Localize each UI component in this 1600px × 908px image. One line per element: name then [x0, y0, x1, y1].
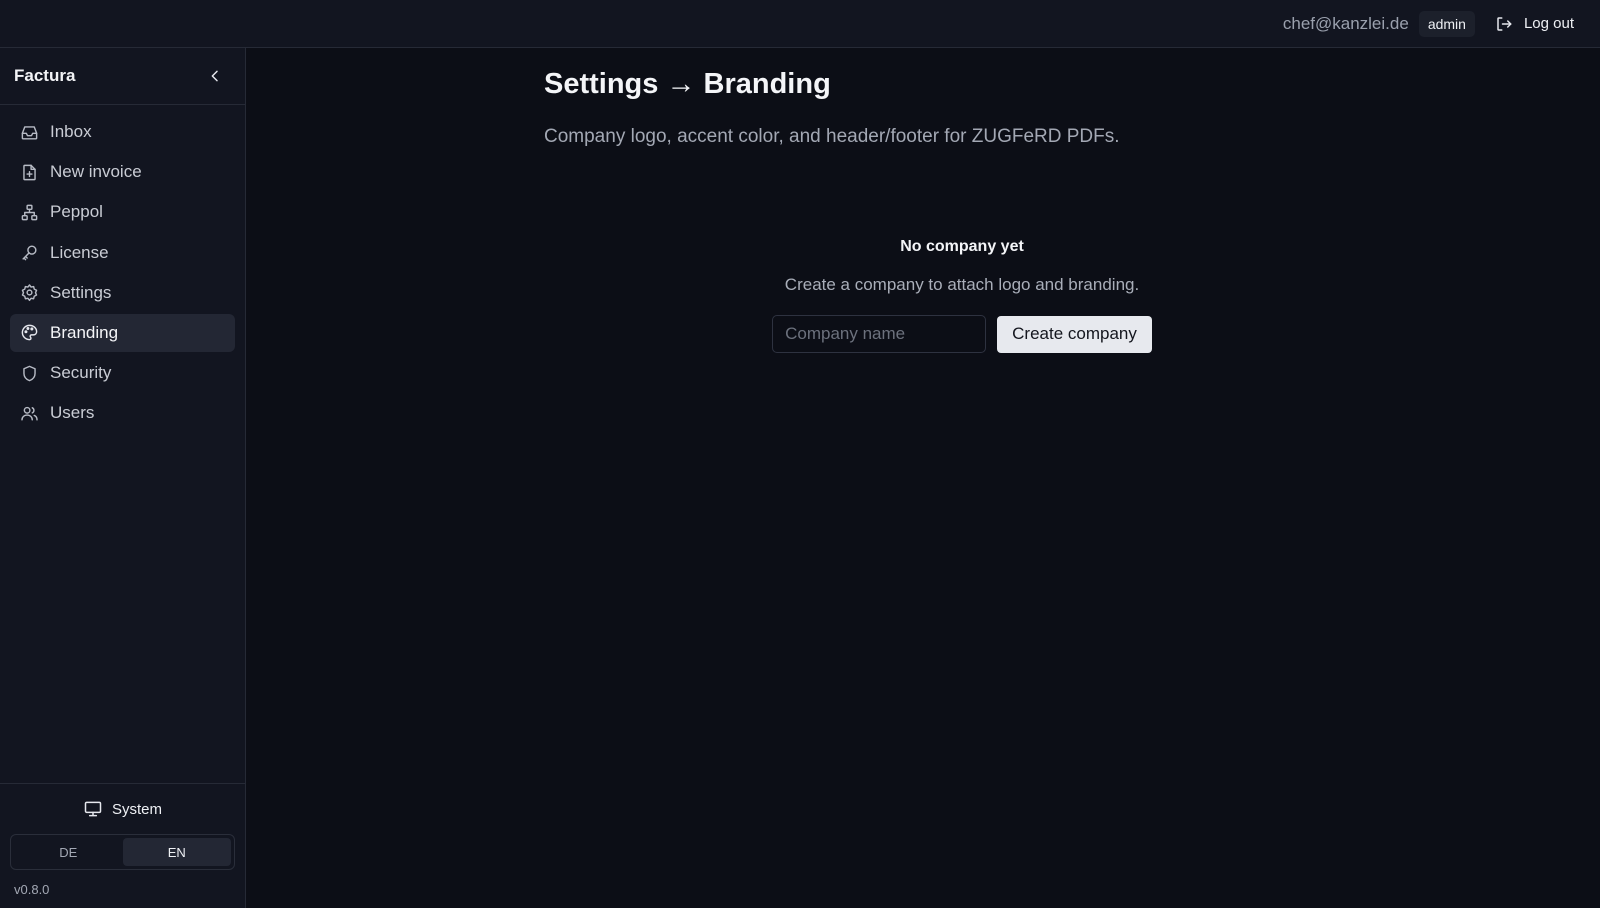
- sidebar-item-users[interactable]: Users: [10, 394, 235, 432]
- company-name-input[interactable]: [772, 315, 987, 353]
- sidebar-item-peppol[interactable]: Peppol: [10, 193, 235, 231]
- role-badge: admin: [1418, 10, 1475, 37]
- create-company-form: Create company: [247, 315, 1600, 353]
- empty-state-description: Create a company to attach logo and bran…: [784, 275, 1140, 294]
- sidebar-item-inbox[interactable]: Inbox: [10, 113, 235, 151]
- sidebar-item-new-invoice[interactable]: New invoice: [10, 153, 235, 191]
- sidebar-item-label: New invoice: [50, 162, 142, 182]
- gear-icon: [18, 282, 40, 304]
- file-plus-icon: [18, 161, 40, 183]
- monitor-icon: [84, 801, 102, 817]
- sidebar-item-label: Users: [50, 403, 95, 423]
- app-name: Factura: [14, 66, 76, 85]
- users-icon: [18, 402, 40, 424]
- empty-state-title: No company yet: [900, 238, 1024, 255]
- top-bar: chef@kanzlei.de admin Log out: [0, 0, 1600, 48]
- sidebar-item-label: Branding: [50, 322, 119, 342]
- sidebar-item-label: License: [50, 242, 109, 262]
- sidebar-item-branding[interactable]: Branding: [10, 313, 235, 352]
- page-title: Settings → Branding: [544, 68, 831, 100]
- inbox-icon: [18, 121, 40, 143]
- sidebar-footer: System DE EN v0.8.0: [0, 783, 245, 908]
- sidebar-item-settings[interactable]: Settings: [10, 274, 235, 312]
- sidebar-header: Factura: [0, 48, 245, 105]
- logout-button[interactable]: Log out: [1495, 15, 1574, 33]
- main-content: Settings → Branding Company logo, accent…: [247, 48, 1600, 908]
- user-email: chef@kanzlei.de: [1282, 13, 1409, 33]
- sidebar-item-label: Inbox: [50, 122, 92, 141]
- empty-state: No company yet Create a company to attac…: [247, 238, 1600, 353]
- page-subtitle: Company logo, accent color, and header/f…: [544, 126, 1120, 147]
- app-version: v0.8.0: [14, 882, 50, 897]
- key-icon: [18, 242, 40, 264]
- sidebar-item-label: Peppol: [50, 202, 103, 222]
- logout-label: Log out: [1523, 15, 1574, 32]
- log-out-icon: [1497, 16, 1512, 31]
- theme-toggle[interactable]: System: [0, 784, 245, 834]
- language-toggle: DE EN: [10, 834, 235, 870]
- palette-icon: [18, 322, 40, 344]
- sidebar: Factura Inbox New invoice Peppol License…: [0, 48, 246, 908]
- collapse-sidebar-button[interactable]: [207, 68, 223, 84]
- language-de-button[interactable]: DE: [14, 838, 123, 866]
- language-en-button[interactable]: EN: [122, 838, 231, 866]
- theme-label: System: [111, 800, 162, 818]
- shield-icon: [18, 362, 40, 384]
- sidebar-nav: Inbox New invoice Peppol License Setting…: [0, 105, 245, 432]
- sidebar-item-label: Security: [50, 363, 112, 383]
- sidebar-item-label: Settings: [50, 282, 112, 302]
- sidebar-item-license[interactable]: License: [10, 234, 235, 272]
- chevron-left-icon: [211, 70, 218, 82]
- create-company-button[interactable]: Create company: [997, 315, 1152, 353]
- sidebar-item-security[interactable]: Security: [10, 354, 235, 392]
- network-icon: [18, 201, 40, 223]
